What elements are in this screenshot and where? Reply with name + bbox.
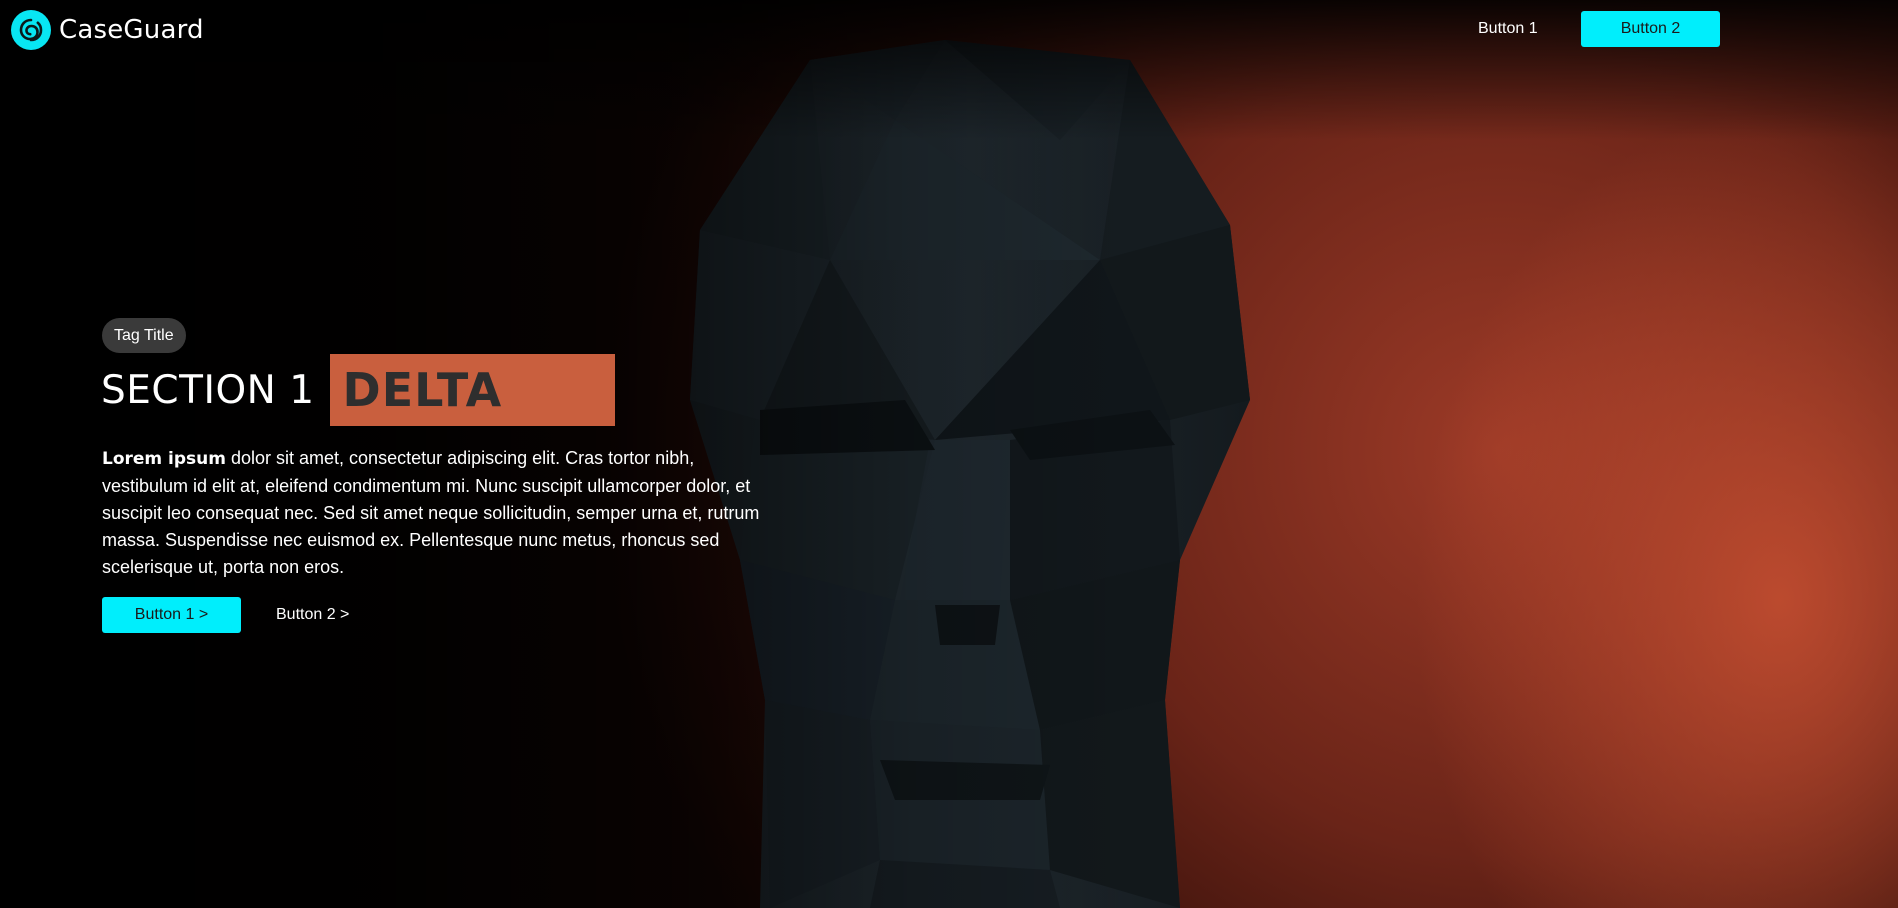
tag-title-badge: Tag Title bbox=[102, 318, 186, 353]
brand-logo-link[interactable]: CaseGuard bbox=[11, 10, 204, 50]
brand-name: CaseGuard bbox=[59, 15, 204, 45]
section-title: SECTION 1 bbox=[101, 367, 315, 413]
secondary-cta-button[interactable]: Button 2 > bbox=[268, 597, 357, 633]
section-title-highlight: DELTA bbox=[329, 354, 615, 426]
spiral-swirl-icon bbox=[11, 10, 51, 50]
nav-button-1[interactable]: Button 1 bbox=[1470, 12, 1546, 46]
section-heading: SECTION 1 DELTA bbox=[101, 354, 615, 426]
primary-cta-button[interactable]: Button 1 > bbox=[102, 597, 241, 633]
top-navigation-bar: CaseGuard Button 1 Button 2 bbox=[0, 0, 1898, 60]
section-body-text: Lorem ipsum dolor sit amet, consectetur … bbox=[102, 445, 772, 581]
nav-button-2[interactable]: Button 2 bbox=[1581, 11, 1720, 47]
landing-page: CaseGuard Button 1 Button 2 Tag Title SE… bbox=[0, 0, 1898, 908]
body-text-bold-lead: Lorem ipsum bbox=[102, 449, 226, 469]
